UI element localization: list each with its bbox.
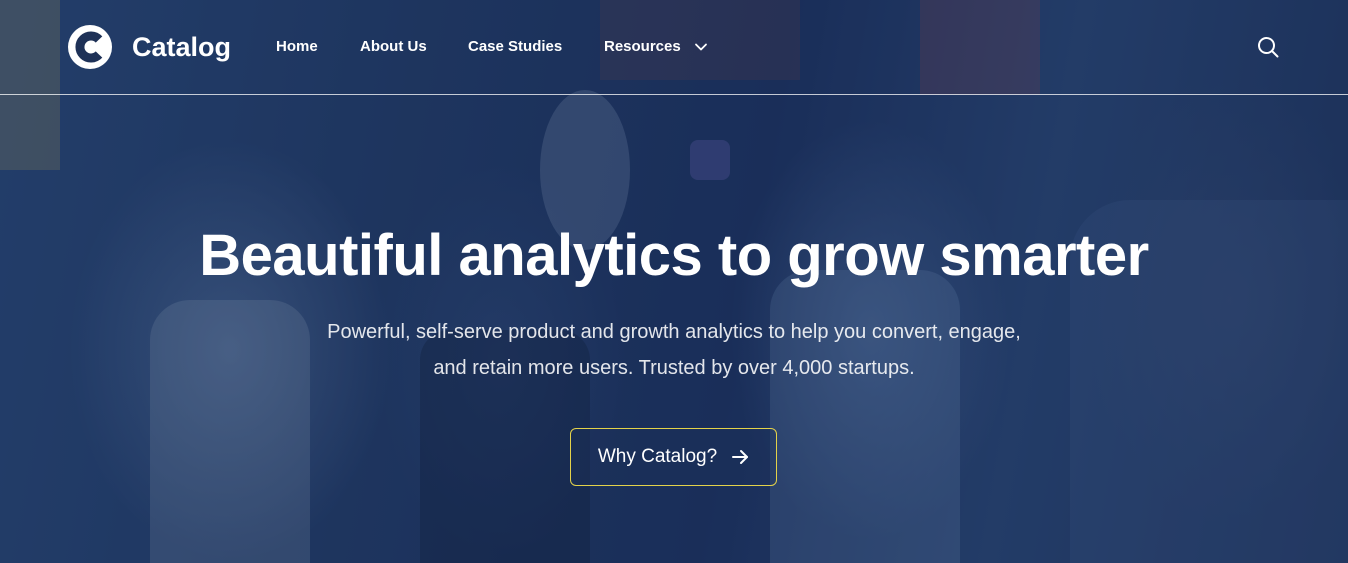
site-header: Catalog Home About Us Case Studies Resou…: [0, 0, 1348, 95]
hero-subtitle: Powerful, self-serve product and growth …: [274, 314, 1074, 386]
catalog-logo-icon[interactable]: [68, 25, 112, 69]
hero-section: Catalog Home About Us Case Studies Resou…: [0, 0, 1348, 563]
hero-subtitle-line: Powerful, self-serve product and growth …: [327, 321, 1021, 343]
nav-case-studies-link[interactable]: Case Studies: [468, 36, 562, 58]
cta-label: Why Catalog?: [597, 446, 718, 467]
brand-name[interactable]: Catalog: [132, 30, 231, 64]
chevron-down-icon[interactable]: [694, 40, 708, 54]
why-catalog-button[interactable]: Why Catalog?: [570, 428, 777, 486]
hero-subtitle-line: and retain more users. Trusted by over 4…: [433, 357, 915, 379]
hero-headline: Beautiful analytics to grow smarter: [199, 223, 1149, 288]
nav-resources-link[interactable]: Resources: [604, 36, 681, 58]
nav-home-link[interactable]: Home: [276, 36, 318, 58]
arrow-right-icon: [732, 450, 749, 464]
search-icon[interactable]: [1257, 36, 1279, 58]
nav-about-us-link[interactable]: About Us: [360, 36, 427, 58]
